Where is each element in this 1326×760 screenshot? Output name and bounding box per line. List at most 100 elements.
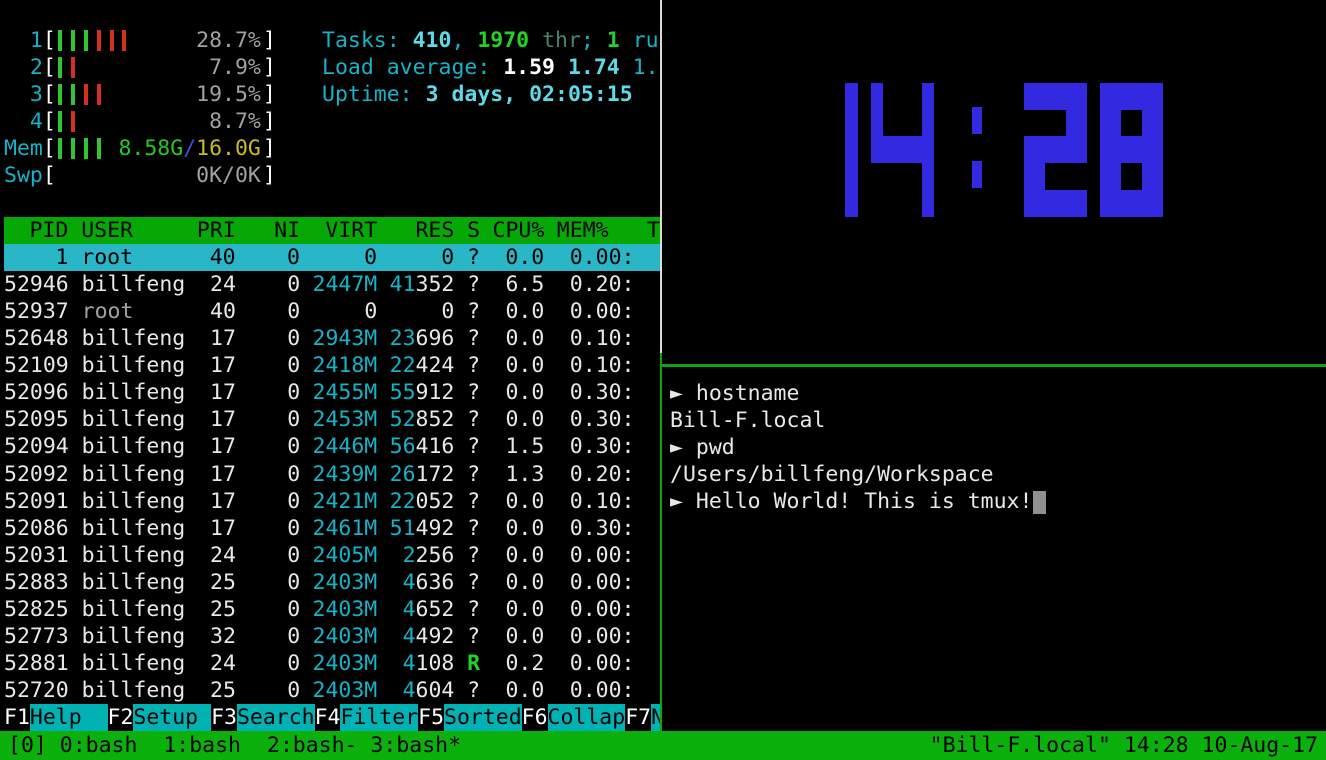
- fkey-label: Setup: [133, 704, 211, 731]
- meter-value: 7.9%: [209, 54, 261, 81]
- digital-clock: [845, 83, 1163, 217]
- meter-bar: [71, 84, 75, 105]
- cell-ni: 0: [236, 379, 300, 406]
- cell-time: 0:: [609, 542, 660, 569]
- htop-pane[interactable]: 1[28.7%] 2[7.9%] 3[19.5%] 4[8.7%]Mem[8.5…: [0, 0, 660, 731]
- cell-res: 2256: [377, 542, 454, 569]
- fkey-f1-button[interactable]: F1Help: [4, 704, 108, 731]
- cell-mem: MEM%: [544, 217, 608, 244]
- pane-divider-vertical-inactive[interactable]: [660, 0, 662, 353]
- fkey-f5-button[interactable]: F5Sorted: [418, 704, 522, 731]
- cell-user: root: [81, 244, 197, 271]
- meter-body: 8.7%: [56, 108, 263, 135]
- cell-cpu: 0.0: [480, 298, 544, 325]
- cell-virt: 0: [300, 244, 377, 271]
- uptime-line: Uptime: 3 days, 02:05:15: [322, 81, 659, 108]
- cell-ni: 0: [236, 325, 300, 352]
- meter-value: 0K/0K: [196, 162, 261, 189]
- process-row[interactable]: 52109billfeng1702418M22424?0.00.10:: [4, 352, 660, 379]
- fkey-number: F3: [211, 704, 237, 731]
- meter-bar: [58, 57, 62, 78]
- meter-bar: [84, 84, 88, 105]
- cell-pid: 52883: [4, 569, 69, 596]
- fkey-label: Filter: [340, 704, 418, 731]
- pane-divider-horizontal[interactable]: [662, 364, 1326, 367]
- cell-pid: 52720: [4, 677, 69, 704]
- process-row[interactable]: 52096billfeng1702455M55912?0.00.30:: [4, 379, 660, 406]
- cell-pri: 17: [197, 406, 236, 433]
- cell-ni: 0: [236, 623, 300, 650]
- meter-4: 4[8.7%]: [4, 108, 660, 135]
- fkey-number: F7: [625, 704, 651, 731]
- cell-s: ?: [454, 271, 480, 298]
- cell-cpu: 0.0: [480, 325, 544, 352]
- cell-mem: 0.3: [544, 433, 608, 460]
- cell-cpu: 0.2: [480, 650, 544, 677]
- process-row[interactable]: 52091billfeng1702421M22052?0.00.10:: [4, 488, 660, 515]
- process-row[interactable]: 52031billfeng2402405M2256?0.00.00:: [4, 542, 660, 569]
- meter-mem: Mem[8.58G/16.0G]: [4, 135, 660, 162]
- process-row[interactable]: 52883billfeng2502403M4636?0.00.00:: [4, 569, 660, 596]
- cell-pri: 17: [197, 379, 236, 406]
- meter-close-bracket: ]: [263, 136, 276, 161]
- process-row[interactable]: 52881billfeng2402403M4108R0.20.00:: [4, 650, 660, 677]
- cell-time: 0:: [609, 596, 660, 623]
- fkey-label: N: [651, 704, 660, 731]
- cell-s: ?: [454, 542, 480, 569]
- process-row[interactable]: 52092billfeng1702439M26172?1.30.20:: [4, 461, 660, 488]
- cell-mem: 0.1: [544, 325, 608, 352]
- cell-mem: 0.2: [544, 461, 608, 488]
- cell-user: billfeng: [82, 352, 198, 379]
- cell-mem: 0.0: [544, 623, 608, 650]
- fkey-f3-button[interactable]: F3Search: [211, 704, 315, 731]
- cell-user: billfeng: [82, 461, 198, 488]
- process-row[interactable]: 1root40000?0.00.00:: [4, 244, 660, 271]
- process-table-header[interactable]: PIDUSERPRINIVIRTRESSCPU%MEM%T: [4, 217, 660, 244]
- cell-virt: 2447M: [300, 271, 377, 298]
- meter-swp: Swp[0K/0K]: [4, 162, 660, 189]
- meter-close-bracket: ]: [263, 109, 276, 134]
- fkey-label: Search: [237, 704, 315, 731]
- pane-divider-vertical-active[interactable]: [660, 353, 662, 731]
- cell-cpu: 0.0: [480, 379, 544, 406]
- process-row[interactable]: 52773billfeng3202403M4492?0.00.00:: [4, 623, 660, 650]
- cell-s: ?: [454, 244, 480, 271]
- cell-ni: 0: [236, 244, 300, 271]
- cell-pri: 24: [197, 650, 236, 677]
- meter-open-bracket: [: [43, 109, 56, 134]
- fkey-number: F6: [522, 704, 548, 731]
- process-row[interactable]: 52937root40000?0.00.00:: [4, 298, 660, 325]
- cell-s: R: [454, 650, 480, 677]
- process-row[interactable]: 52825billfeng2502403M4652?0.00.00:: [4, 596, 660, 623]
- cell-ni: 0: [236, 677, 300, 704]
- process-row[interactable]: 52720billfeng2502403M4604?0.00.00:: [4, 677, 660, 704]
- fkey-f4-button[interactable]: F4Filter: [315, 704, 419, 731]
- cell-user: billfeng: [82, 271, 198, 298]
- cell-pri: 24: [197, 542, 236, 569]
- clock-digit-4: [871, 83, 934, 217]
- cell-time: 0:: [609, 352, 660, 379]
- process-row[interactable]: 52094billfeng1702446M56416?1.50.30:: [4, 433, 660, 460]
- cell-pri: 25: [197, 677, 236, 704]
- fkey-f6-button[interactable]: F6Collap: [522, 704, 626, 731]
- process-row[interactable]: 52095billfeng1702453M52852?0.00.30:: [4, 406, 660, 433]
- process-table: 1root40000?0.00.00:52946billfeng2402447M…: [4, 244, 660, 705]
- cell-s: ?: [454, 325, 480, 352]
- fkey-f7-button[interactable]: F7N: [625, 704, 660, 731]
- meter-label: 1: [4, 27, 43, 54]
- cell-ni: 0: [236, 433, 300, 460]
- cell-user: billfeng: [82, 406, 198, 433]
- process-row[interactable]: 52086billfeng1702461M51492?0.00.30:: [4, 515, 660, 542]
- meter-close-bracket: ]: [263, 55, 276, 80]
- meter-label: Swp: [4, 162, 43, 189]
- tmux-window-list[interactable]: [0] 0:bash 1:bash 2:bash- 3:bash*: [8, 731, 461, 760]
- process-row[interactable]: 52648billfeng1702943M23696?0.00.10:: [4, 325, 660, 352]
- fkey-f2-button[interactable]: F2Setup: [108, 704, 212, 731]
- meter-bar: [71, 57, 75, 78]
- clock-digit-1: [845, 83, 858, 217]
- cell-cpu: 0.0: [480, 406, 544, 433]
- shell-pane[interactable]: ► hostnameBill-F.local► pwd/Users/billfe…: [663, 380, 1326, 731]
- process-row[interactable]: 52946billfeng2402447M41352?6.50.20:: [4, 271, 660, 298]
- cell-s: ?: [454, 461, 480, 488]
- cell-cpu: 1.3: [480, 461, 544, 488]
